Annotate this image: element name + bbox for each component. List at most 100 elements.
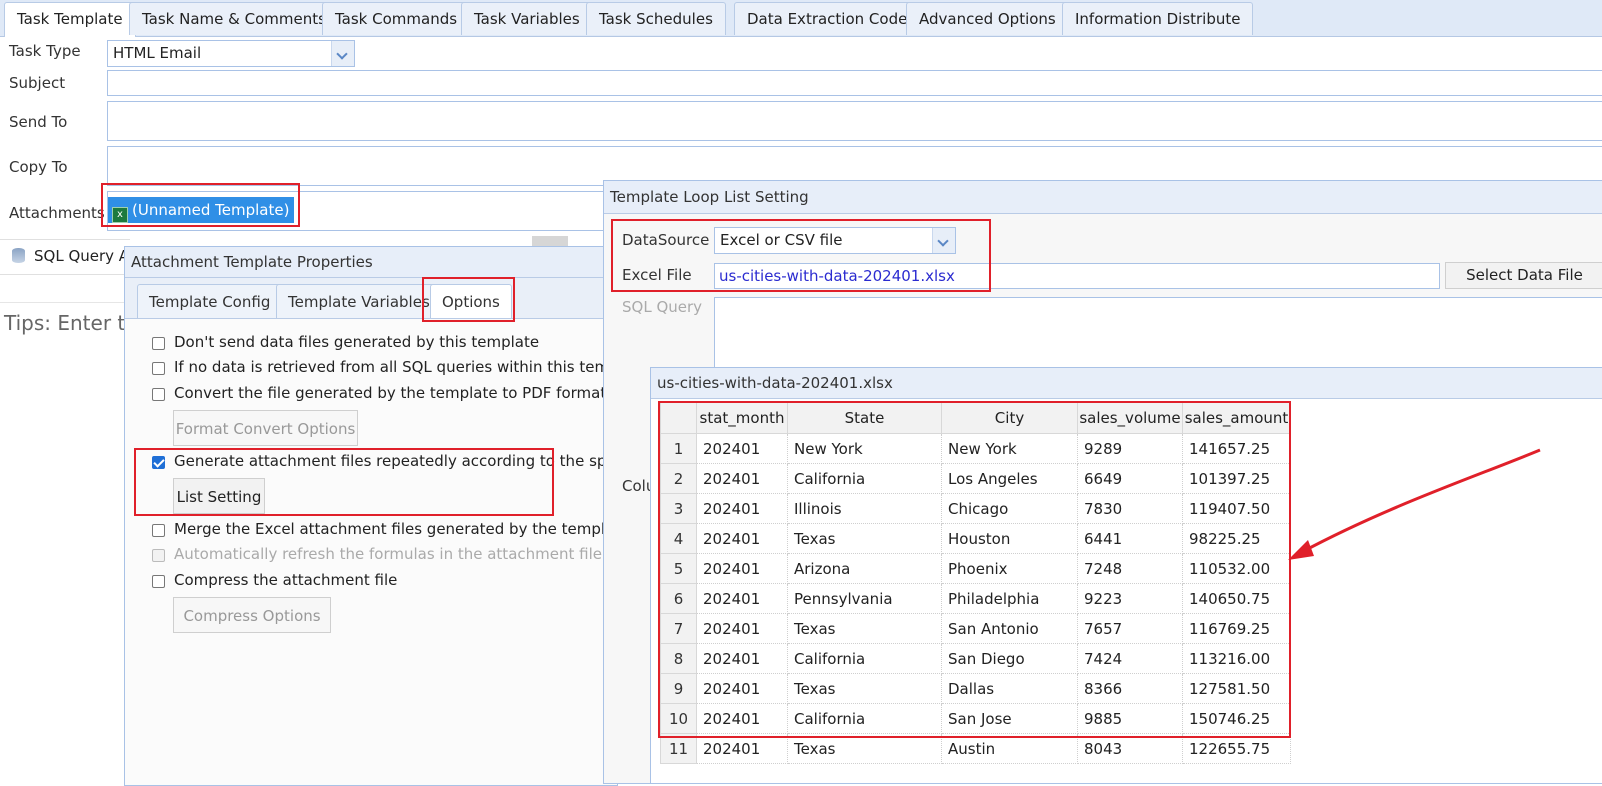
table-cell[interactable]: San Antonio xyxy=(941,613,1078,644)
table-cell[interactable]: 202401 xyxy=(696,523,788,554)
table-row[interactable]: 9 202401 Texas Dallas 8366 127581.50 xyxy=(660,673,1291,704)
tab-template-variables[interactable]: Template Variables xyxy=(276,284,442,318)
tab-advanced-options[interactable]: Advanced Options xyxy=(906,2,1069,35)
table-cell[interactable]: 9885 xyxy=(1077,703,1183,734)
table-cell[interactable]: 7830 xyxy=(1077,493,1183,524)
table-cell[interactable]: Texas xyxy=(787,733,942,764)
table-cell[interactable]: Phoenix xyxy=(941,553,1078,584)
table-cell[interactable]: Chicago xyxy=(941,493,1078,524)
column-header[interactable]: stat_month xyxy=(696,401,788,434)
table-cell[interactable]: California xyxy=(787,643,942,674)
table-cell[interactable]: 110532.00 xyxy=(1182,553,1291,584)
table-cell[interactable]: Houston xyxy=(941,523,1078,554)
select-data-file-button[interactable]: Select Data File xyxy=(1445,262,1602,289)
table-cell[interactable]: 202401 xyxy=(696,703,788,734)
table-cell[interactable]: 113216.00 xyxy=(1182,643,1291,674)
table-cell[interactable]: 202401 xyxy=(696,433,788,464)
tab-information-distribute[interactable]: Information Distribute xyxy=(1062,2,1254,35)
table-row[interactable]: 1 202401 New York New York 9289 141657.25 xyxy=(660,433,1291,464)
checkbox-dont-send[interactable] xyxy=(152,337,165,350)
table-cell[interactable]: 9223 xyxy=(1077,583,1183,614)
table-cell[interactable]: 8366 xyxy=(1077,673,1183,704)
tab-task-variables[interactable]: Task Variables xyxy=(461,2,593,35)
attachment-item-unnamed-template[interactable]: x (Unnamed Template) xyxy=(108,197,294,223)
table-cell[interactable]: San Diego xyxy=(941,643,1078,674)
tab-data-extraction-code[interactable]: Data Extraction Code xyxy=(734,2,921,35)
table-cell[interactable]: 7248 xyxy=(1077,553,1183,584)
sql-query-input[interactable] xyxy=(714,297,1602,372)
table-cell[interactable]: 150746.25 xyxy=(1182,703,1291,734)
checkbox-no-data[interactable] xyxy=(152,362,165,375)
checkbox-merge-excel[interactable] xyxy=(152,524,165,537)
table-cell[interactable]: Texas xyxy=(787,613,942,644)
tab-task-name-comments[interactable]: Task Name & Comments xyxy=(129,2,339,35)
table-row[interactable]: 10 202401 California San Jose 9885 150746.25 xyxy=(660,703,1291,734)
table-cell[interactable]: 8043 xyxy=(1077,733,1183,764)
table-cell[interactable]: 7424 xyxy=(1077,643,1183,674)
checkbox-convert-pdf[interactable] xyxy=(152,388,165,401)
table-cell[interactable]: Philadelphia xyxy=(941,583,1078,614)
table-cell[interactable]: 122655.75 xyxy=(1182,733,1291,764)
loop-dialog-title: Template Loop List Setting xyxy=(604,181,1602,214)
column-header[interactable]: sales_amount xyxy=(1182,401,1291,434)
table-cell[interactable]: California xyxy=(787,703,942,734)
tab-task-commands[interactable]: Task Commands xyxy=(322,2,471,35)
table-cell[interactable]: 202401 xyxy=(696,493,788,524)
format-convert-options-button[interactable]: Format Convert Options xyxy=(173,410,358,446)
table-row[interactable]: 3 202401 Illinois Chicago 7830 119407.50 xyxy=(660,493,1291,524)
table-cell[interactable]: 202401 xyxy=(696,643,788,674)
table-cell[interactable]: 6441 xyxy=(1077,523,1183,554)
list-setting-button[interactable]: List Setting xyxy=(173,478,265,514)
tab-options[interactable]: Options xyxy=(430,284,512,318)
table-cell[interactable]: 7657 xyxy=(1077,613,1183,644)
excel-file-input[interactable]: us-cities-with-data-202401.xlsx xyxy=(714,263,1440,289)
column-header[interactable]: sales_volume xyxy=(1077,401,1183,434)
table-row[interactable]: 11 202401 Texas Austin 8043 122655.75 xyxy=(660,733,1291,764)
table-row[interactable]: 8 202401 California San Diego 7424 113216.00 xyxy=(660,643,1291,674)
table-cell[interactable]: 127581.50 xyxy=(1182,673,1291,704)
table-cell[interactable]: San Jose xyxy=(941,703,1078,734)
table-cell[interactable]: New York xyxy=(787,433,942,464)
table-cell[interactable]: 101397.25 xyxy=(1182,463,1291,494)
table-cell[interactable]: Texas xyxy=(787,673,942,704)
table-cell[interactable]: California xyxy=(787,463,942,494)
table-cell[interactable]: 202401 xyxy=(696,613,788,644)
checkbox-compress[interactable] xyxy=(152,575,165,588)
column-header[interactable]: State xyxy=(787,401,942,434)
subject-input[interactable] xyxy=(107,70,1602,96)
table-cell[interactable]: 9289 xyxy=(1077,433,1183,464)
table-row[interactable]: 6 202401 Pennsylvania Philadelphia 9223 14065… xyxy=(660,583,1291,614)
table-cell[interactable]: 6649 xyxy=(1077,463,1183,494)
table-cell[interactable]: 116769.25 xyxy=(1182,613,1291,644)
tab-task-schedules[interactable]: Task Schedules xyxy=(586,2,726,35)
datasource-select[interactable]: Excel or CSV file xyxy=(714,227,956,254)
table-cell[interactable]: Los Angeles xyxy=(941,463,1078,494)
table-cell[interactable]: New York xyxy=(941,433,1078,464)
table-row[interactable]: 4 202401 Texas Houston 6441 98225.25 xyxy=(660,523,1291,554)
column-header[interactable]: City xyxy=(941,401,1078,434)
task-type-select[interactable]: HTML Email xyxy=(107,40,355,67)
table-row[interactable]: 7 202401 Texas San Antonio 7657 116769.25 xyxy=(660,613,1291,644)
tab-template-config[interactable]: Template Config xyxy=(137,284,283,318)
table-cell[interactable]: 119407.50 xyxy=(1182,493,1291,524)
table-row[interactable]: 5 202401 Arizona Phoenix 7248 110532.00 xyxy=(660,553,1291,584)
table-cell[interactable]: 202401 xyxy=(696,583,788,614)
table-cell[interactable]: 202401 xyxy=(696,733,788,764)
table-cell[interactable]: 202401 xyxy=(696,463,788,494)
table-cell[interactable]: Arizona xyxy=(787,553,942,584)
table-cell[interactable]: Pennsylvania xyxy=(787,583,942,614)
tab-task-template[interactable]: Task Template xyxy=(4,2,136,37)
table-cell[interactable]: Dallas xyxy=(941,673,1078,704)
table-row[interactable]: 2 202401 California Los Angeles 6649 101397.2… xyxy=(660,463,1291,494)
checkbox-generate-repeatedly[interactable] xyxy=(152,456,165,469)
table-cell[interactable]: 140650.75 xyxy=(1182,583,1291,614)
table-cell[interactable]: Texas xyxy=(787,523,942,554)
compress-options-button[interactable]: Compress Options xyxy=(173,597,331,633)
table-cell[interactable]: Illinois xyxy=(787,493,942,524)
table-cell[interactable]: 202401 xyxy=(696,553,788,584)
table-cell[interactable]: Austin xyxy=(941,733,1078,764)
table-cell[interactable]: 202401 xyxy=(696,673,788,704)
table-cell[interactable]: 98225.25 xyxy=(1182,523,1291,554)
send-to-input[interactable] xyxy=(107,101,1602,141)
table-cell[interactable]: 141657.25 xyxy=(1182,433,1291,464)
